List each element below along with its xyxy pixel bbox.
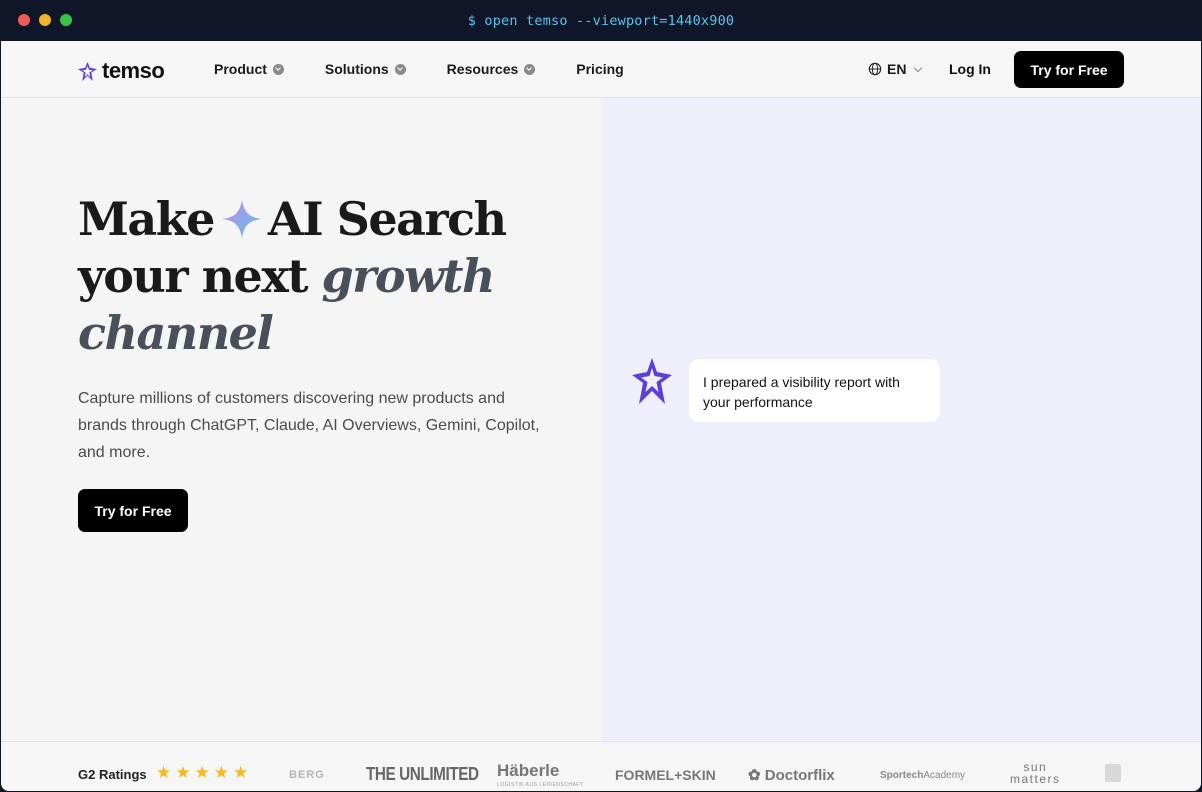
- language-label: EN: [887, 61, 907, 77]
- brand-logo-haberle-tagline: LOGISTIK AUS LEIDENSCHAFT: [497, 782, 584, 788]
- brand-logo-the-unlimited: THE UNLIMITED: [366, 764, 479, 784]
- brand-logo-berg: BERG: [289, 769, 325, 781]
- menu-label: Pricing: [576, 61, 624, 77]
- terminal-titlebar: $ open temso --viewport=1440x900: [0, 0, 1202, 41]
- main-menu: Product Solutions Resources Pricing: [214, 61, 665, 77]
- browser-viewport: temso Product Solutions Resources Pricin…: [1, 41, 1201, 791]
- headline-text: your next: [78, 249, 309, 303]
- close-window-button[interactable]: [18, 14, 30, 26]
- star-icon: ★: [156, 763, 172, 782]
- brand-text: matters: [1010, 772, 1061, 786]
- temso-logo-icon: [78, 61, 97, 81]
- menu-item-resources[interactable]: Resources: [447, 61, 536, 77]
- assistant-star-icon: [632, 358, 672, 404]
- star-icon: ★: [194, 763, 210, 782]
- brand-text: Academy: [923, 770, 966, 781]
- menu-item-product[interactable]: Product: [214, 61, 284, 77]
- brand-text: Doctorflix: [764, 767, 835, 784]
- menu-label: Resources: [446, 61, 519, 77]
- headline-text: Make: [78, 192, 215, 246]
- brand-logo-formel-skin: FORMEL+SKIN: [615, 767, 716, 783]
- star-icon: ★: [175, 763, 191, 782]
- headline-text: AI Search: [267, 192, 507, 246]
- chevron-down-icon: [914, 63, 923, 72]
- doctorflix-icon: ✿: [748, 767, 761, 784]
- star-icon: ★: [213, 763, 229, 782]
- language-selector[interactable]: EN: [868, 61, 923, 77]
- globe-icon: [868, 62, 882, 76]
- menu-label: Solutions: [324, 61, 389, 77]
- chevron-down-icon: [272, 63, 284, 75]
- site-logo[interactable]: temso: [78, 58, 165, 84]
- menu-item-pricing[interactable]: Pricing: [576, 61, 623, 77]
- hero-headline: Make AI Search your next growth channel: [78, 191, 578, 362]
- brand-logo-haberle: Häberle: [497, 761, 560, 780]
- logo-text: temso: [102, 58, 165, 83]
- headline-line-3: channel: [78, 306, 274, 360]
- hero-subtext: Capture millions of customers discoverin…: [78, 390, 540, 461]
- try-for-free-nav-button[interactable]: Try for Free: [1014, 51, 1124, 88]
- window-controls: [18, 14, 72, 26]
- maximize-window-button[interactable]: [60, 14, 72, 26]
- rating-stars: ★ ★ ★ ★ ★: [156, 763, 248, 783]
- star-icon: ★: [233, 763, 249, 782]
- top-nav: temso Product Solutions Resources Pricin…: [1, 41, 1201, 98]
- chevron-down-icon: [394, 63, 406, 75]
- menu-item-solutions[interactable]: Solutions: [325, 61, 406, 77]
- headline-line-1: Make AI Search: [78, 191, 578, 248]
- brand-logo-sportech-academy: SportechAcademy: [880, 770, 965, 781]
- logo-strip: G2 Ratings ★ ★ ★ ★ ★ BERG THE UNLIMITED …: [1, 741, 1201, 791]
- chat-bubble: I prepared a visibility report with your…: [689, 359, 940, 422]
- try-for-free-hero-button[interactable]: Try for Free: [78, 489, 188, 532]
- headline-italic: growth: [321, 249, 496, 303]
- menu-label: Product: [214, 61, 267, 77]
- terminal-command: $ open temso --viewport=1440x900: [467, 12, 735, 29]
- brand-logo-doctorflix: ✿ Doctorflix: [748, 766, 835, 784]
- minimize-window-button[interactable]: [39, 14, 51, 26]
- headline-line-2: your next growth: [78, 248, 578, 305]
- brand-text: Sportech: [880, 770, 924, 781]
- sparkle-icon: [221, 199, 262, 239]
- login-link[interactable]: Log In: [949, 61, 991, 77]
- g2-ratings-label: G2 Ratings: [78, 767, 147, 782]
- brand-logo-sun-matters: sun matters: [1010, 761, 1061, 785]
- chevron-down-icon: [524, 63, 536, 75]
- brand-logo-partial: [1105, 764, 1121, 782]
